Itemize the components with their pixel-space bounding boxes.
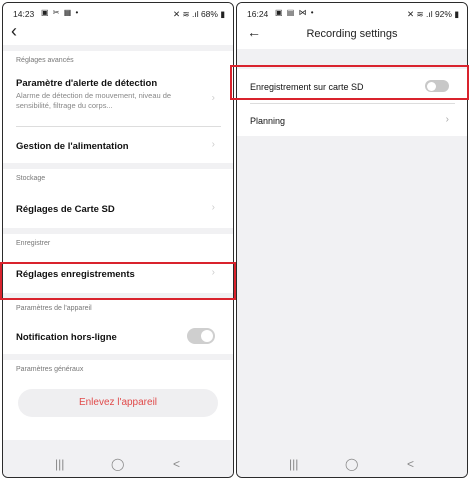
section-header: Enregistrer bbox=[16, 240, 51, 247]
highlight-recording-settings bbox=[0, 262, 236, 300]
phone-left: 14:23 ▣ ✂ ▦ • ✕ ≋ .ıl 68% ▮ ‹ Réglages a… bbox=[2, 2, 234, 478]
recents-icon[interactable]: ||| bbox=[55, 457, 64, 471]
top-bar: ‹ bbox=[3, 21, 233, 45]
section-header: Stockage bbox=[16, 175, 46, 182]
section-general: Paramètres généraux Enlevez l'appareil bbox=[3, 360, 233, 440]
highlight-sd-recording bbox=[230, 65, 469, 100]
recents-icon[interactable]: ||| bbox=[289, 457, 298, 471]
row-description: Alarme de détection de mouvement, niveau… bbox=[16, 91, 172, 110]
chevron-right-icon: › bbox=[211, 202, 215, 213]
top-bar: ← Recording settings bbox=[237, 23, 467, 49]
page-title: Recording settings bbox=[306, 28, 398, 40]
status-time: 16:24 bbox=[247, 9, 269, 19]
section-header: Paramètres de l'appareil bbox=[16, 305, 92, 312]
chevron-right-icon: › bbox=[211, 92, 215, 104]
nav-bar: ||| ◯ < bbox=[3, 453, 233, 477]
power-management-row[interactable]: Gestion de l'alimentation › bbox=[3, 127, 233, 163]
chevron-right-icon: › bbox=[445, 114, 449, 125]
section-advanced: Réglages avancés Paramètre d'alerte de d… bbox=[3, 51, 233, 163]
row-label: Gestion de l'alimentation bbox=[16, 141, 129, 152]
home-icon[interactable]: ◯ bbox=[345, 457, 358, 471]
sd-card-settings-row[interactable]: Réglages de Carte SD › bbox=[3, 188, 233, 228]
status-notification-icons: ▣ ✂ ▦ • bbox=[41, 8, 80, 17]
section-device: Paramètres de l'appareil Notification ho… bbox=[3, 299, 233, 354]
row-label: Planning bbox=[250, 116, 286, 126]
status-system-icons: ✕ ≋ .ıl 92% ▮ bbox=[407, 9, 459, 19]
row-label: Paramètre d'alerte de détection bbox=[16, 78, 158, 89]
row-label: Réglages de Carte SD bbox=[16, 204, 115, 215]
status-notification-icons: ▣ ▤ ⋈ • bbox=[275, 8, 315, 17]
planning-row[interactable]: Planning › bbox=[237, 104, 467, 136]
status-system-icons: ✕ ≋ .ıl 68% ▮ bbox=[173, 9, 225, 19]
offline-notification-row: Notification hors-ligne bbox=[3, 318, 233, 354]
section-header: Réglages avancés bbox=[16, 57, 74, 64]
offline-notification-toggle[interactable] bbox=[187, 328, 215, 344]
status-time: 14:23 bbox=[13, 9, 35, 19]
section-storage: Stockage Réglages de Carte SD › bbox=[3, 169, 233, 228]
row-label: Notification hors-ligne bbox=[16, 332, 117, 343]
remove-device-button[interactable]: Enlevez l'appareil bbox=[18, 389, 218, 417]
back-icon[interactable]: < bbox=[407, 457, 414, 471]
chevron-left-icon[interactable]: ‹ bbox=[11, 21, 17, 42]
chevron-right-icon: › bbox=[211, 139, 215, 150]
section-header: Paramètres généraux bbox=[16, 366, 84, 373]
home-icon[interactable]: ◯ bbox=[111, 457, 124, 471]
status-bar: 16:24 ▣ ▤ ⋈ • ✕ ≋ .ıl 92% ▮ bbox=[237, 3, 467, 23]
nav-bar: ||| ◯ < bbox=[237, 453, 467, 477]
status-bar: 14:23 ▣ ✂ ▦ • ✕ ≋ .ıl 68% ▮ bbox=[3, 3, 233, 23]
back-icon[interactable]: < bbox=[173, 457, 180, 471]
detection-alert-row[interactable]: Paramètre d'alerte de détection Alarme d… bbox=[3, 70, 233, 126]
